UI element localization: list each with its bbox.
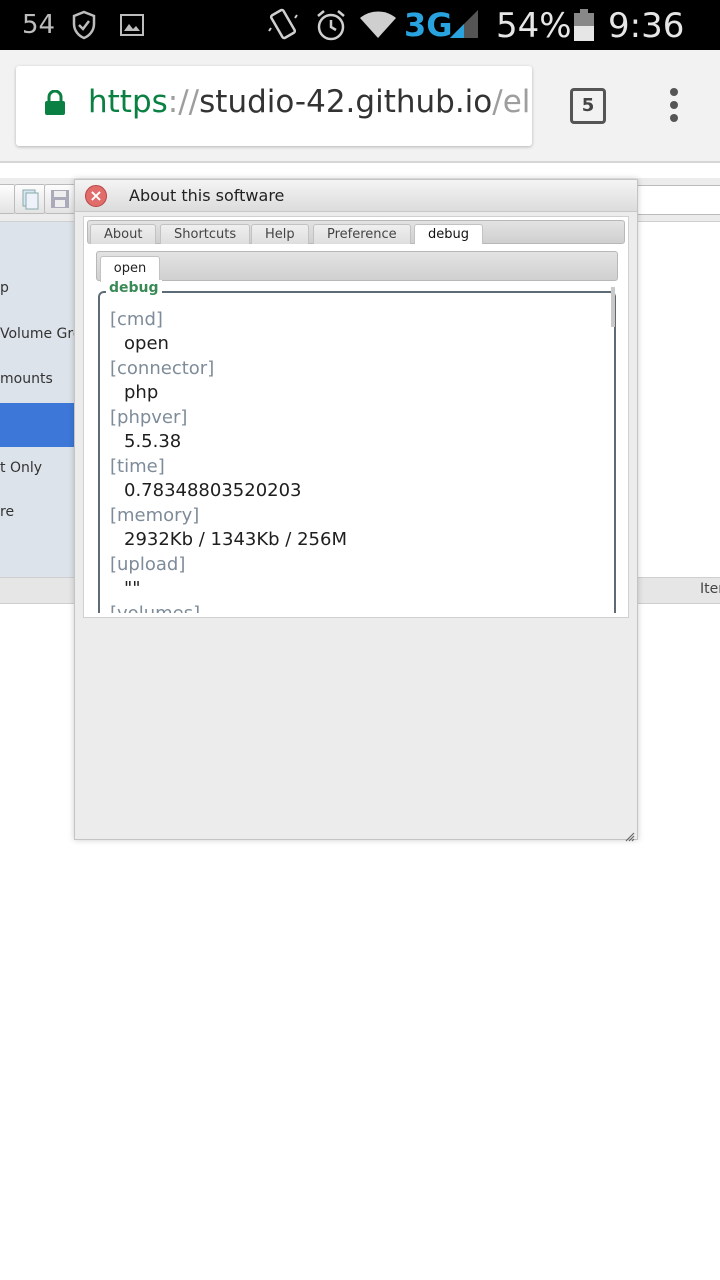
tab-help[interactable]: Help [251,224,309,244]
debug-key: [phpver] [110,407,188,428]
signal-icon [448,8,480,44]
alarm-icon [314,8,348,46]
debug-key: [memory] [110,505,200,526]
vibrate-icon [268,8,298,46]
url-text: https://studio-42.github.io/el [88,84,531,120]
wifi-icon [358,8,398,44]
sidebar-item[interactable]: p [0,280,9,296]
search-input[interactable] [636,185,720,215]
debug-key: [cmd] [110,309,163,330]
statusbar-items-text: Iter [700,581,720,597]
tab-shortcuts[interactable]: Shortcuts [160,224,251,244]
tab-about[interactable]: About [90,224,157,244]
sidebar-item[interactable]: t Only [0,460,42,476]
debug-key: [upload] [110,554,186,575]
close-icon[interactable]: × [85,185,107,207]
debug-value: "" [124,578,141,599]
debug-key: [volumes] [110,601,610,613]
notification-count: 54 [22,10,56,40]
sidebar-item[interactable]: mounts [0,371,53,387]
copy-icon[interactable] [14,184,46,214]
image-icon [120,14,144,40]
debug-key: [time] [110,456,165,477]
debug-value: 2932Kb / 1343Kb / 256M [124,529,347,550]
save-icon[interactable] [44,184,76,214]
tab-debug[interactable]: debug [414,224,483,244]
dialog-titlebar[interactable]: × About this software [75,180,637,212]
dialog-content: About Shortcuts Help Preference debug op… [83,216,629,618]
lock-icon [44,89,66,120]
debug-subtab-bar: open [96,251,618,282]
tab-preference[interactable]: Preference [313,224,411,244]
resize-handle-icon[interactable] [625,827,635,842]
sidebar-item[interactable]: re [0,504,14,520]
sidebar-item-selected[interactable] [0,403,75,447]
status-bar: 54 3G 54% 9:36 PM [0,0,720,83]
battery-percent: 54% [496,6,572,46]
debug-value: php [124,382,159,403]
address-bar[interactable]: https://studio-42.github.io/el [16,66,532,146]
about-dialog: × About this software About Shortcuts He… [74,179,638,842]
subtab-open[interactable]: open [100,256,160,282]
sidebar-item[interactable]: Volume Grou [0,326,75,342]
tab-switcher-button[interactable]: 5 [570,88,606,124]
debug-value: open [124,333,169,354]
shield-check-icon [72,10,96,44]
scrollbar[interactable] [611,287,615,327]
browser-toolbar: https://studio-42.github.io/el 5 [0,50,720,163]
battery-icon [572,8,596,46]
clock-time: 9:36 [608,6,685,46]
network-type: 3G [404,6,453,44]
dialog-title: About this software [129,186,285,205]
debug-value: 5.5.38 [124,431,182,452]
debug-entries: [cmd] open [connector] php [phpver] 5.5.… [110,307,610,613]
tab-bar: About Shortcuts Help Preference debug [87,220,625,244]
navbar-sidebar: p Volume Grou mounts t Only re [0,222,75,577]
overflow-menu-icon[interactable] [664,88,684,128]
debug-legend: debug [106,280,162,296]
debug-key: [connector] [110,358,215,379]
debug-value: 0.78348803520203 [124,480,302,501]
debug-fieldset: [cmd] open [connector] php [phpver] 5.5.… [98,291,616,613]
